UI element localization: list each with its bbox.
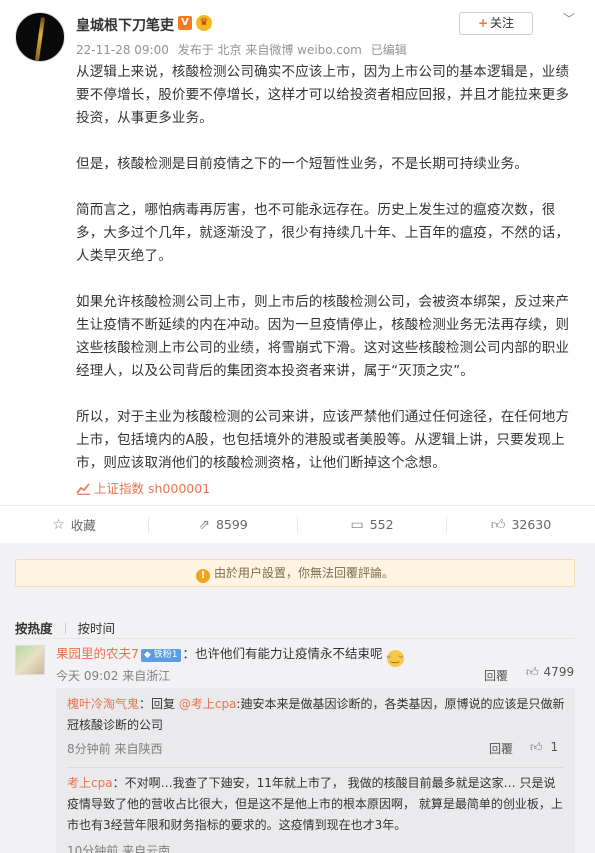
tab-sort-hot[interactable]: 按热度: [15, 621, 53, 636]
comments-section: ! 由於用户設置，你無法回覆評論。 按热度 按时间 果园里的农夫7 ◆ 铁粉1 ：也许他…: [0, 543, 595, 853]
fan-badge-label: 铁粉1: [153, 650, 178, 660]
stock-chart-icon: [76, 483, 90, 495]
reply-meta: 8分钟前 来自陕西: [67, 742, 163, 756]
comment-like-count: 4799: [543, 665, 575, 679]
post-paragraph: 但是，核酸检测是目前疫情之下的一个短暂性业务，不是长期可持续业务。: [76, 156, 529, 172]
chevron-down-icon[interactable]: ﹀: [560, 10, 578, 26]
post-source: 发布于 北京 来自微博 weibo.com: [177, 43, 362, 57]
reply-like-button[interactable]: 👍︎ 1: [530, 740, 558, 755]
post-action-bar: ☆ 收藏 ⇗ 8599 ▭ 552 👍︎ 32630: [0, 505, 595, 543]
like-button[interactable]: 👍︎ 32630: [447, 506, 595, 543]
stock-tag-label: 上证指数 sh000001: [94, 481, 211, 496]
divider: [67, 767, 564, 768]
comment-count: 552: [369, 517, 394, 532]
reply-user[interactable]: 槐叶冷淘气鬼: [67, 697, 139, 711]
commenter-name[interactable]: 果园里的农夫7: [56, 646, 139, 661]
star-icon: ☆: [52, 516, 65, 533]
plus-icon: +: [477, 16, 489, 30]
member-badge-icon: ♛: [196, 15, 212, 31]
reply-meta: 10分钟前 来自云南: [67, 844, 171, 853]
like-count: 32630: [511, 517, 552, 532]
reply-user[interactable]: 考上cpa: [67, 776, 113, 790]
reply-text: 考上cpa：不对啊…我查了下廸安，11年就上市了， 我做的核酸目前最多就是这家……: [67, 773, 567, 836]
warning-icon: !: [195, 569, 210, 583]
reply-body: ：不对啊…我查了下廸安，11年就上市了， 我做的核酸目前最多就是这家… 只是说疫…: [67, 776, 563, 832]
thumbs-up-icon: 👍︎: [490, 517, 506, 533]
reply-text: 槐叶冷淘气鬼：回复 @考上cpa:廸安本来是做基因诊断的，各类基因，原博说的应该…: [67, 694, 567, 736]
forward-button[interactable]: ⇗ 8599: [149, 506, 297, 543]
divider: [64, 623, 66, 634]
comment-sort-tabs: 按热度 按时间: [15, 618, 115, 637]
forward-icon: ⇗: [198, 516, 210, 533]
tab-sort-time[interactable]: 按时间: [78, 621, 116, 636]
stock-tag-link[interactable]: 上证指数 sh000001: [76, 478, 210, 497]
post-body: 从逻辑上来说，核酸检测公司确实不应该上市，因为上市公司的基本逻辑是，业绩要不停增…: [76, 61, 576, 498]
comment-meta: 今天 09:02 来自浙江: [56, 669, 171, 683]
divider: [15, 638, 575, 639]
post-edited[interactable]: 已编辑: [371, 43, 407, 57]
reply-button[interactable]: 回覆: [489, 740, 513, 757]
post-paragraph: 所以，对于主业为核酸检测的公司来讲，应该严禁他们通过任何途径，在任何地方上市，包…: [76, 409, 570, 471]
weibo-post: 皇城根下刀笔吏 V ♛ 22-11-28 09:00 发布于 北京 来自微博 w…: [0, 0, 595, 543]
post-time[interactable]: 22-11-28 09:00: [76, 43, 169, 57]
reply-thread: 槐叶冷淘气鬼：回复 @考上cpa:廸安本来是做基因诊断的，各类基因，原博说的应该…: [56, 688, 575, 853]
forward-count: 8599: [215, 517, 248, 532]
fan-badge: ◆ 铁粉1: [140, 649, 181, 662]
verified-badge-icon: V: [178, 16, 192, 30]
comment-button[interactable]: ▭ 552: [298, 506, 446, 543]
reply-button[interactable]: 回覆: [484, 667, 508, 684]
post-paragraph: 从逻辑上来说，核酸检测公司确实不应该上市，因为上市公司的基本逻辑是，业绩要不停增…: [76, 64, 570, 126]
thumbs-up-icon: 👍︎: [526, 665, 539, 679]
post-paragraph: 如果允许核酸检测公司上市，则上市后的核酸检测公司，会被资本绑架，反过来产生让疫情…: [76, 294, 570, 379]
reply-like-count: 1: [550, 740, 559, 754]
comment-disabled-notice: ! 由於用户設置，你無法回覆評論。: [15, 559, 575, 587]
comment-text: ：也许他们有能力让疫情永不结束呢: [182, 646, 383, 661]
thumbs-up-icon: 👍︎: [530, 740, 543, 754]
comment-text-row: 果园里的农夫7 ◆ 铁粉1 ：也许他们有能力让疫情永不结束呢 ᵕ‿ᵕ: [56, 645, 576, 667]
post-paragraph: 简而言之，哪怕病毒再厉害，也不可能永远存在。历史上发生过的瘟疫次数，很多，大多过…: [76, 202, 570, 264]
author-name[interactable]: 皇城根下刀笔吏: [76, 15, 174, 35]
follow-label: 关注: [490, 16, 515, 30]
smirk-emoji-icon: ᵕ‿ᵕ: [386, 650, 404, 667]
commenter-avatar[interactable]: [15, 645, 45, 675]
comment-icon: ▭: [350, 516, 364, 533]
favorite-label: 收藏: [70, 518, 96, 533]
notice-text: 由於用户設置，你無法回覆評論。: [213, 566, 394, 580]
author-avatar[interactable]: [15, 12, 65, 62]
comment-like-button[interactable]: 👍︎ 4799: [526, 665, 574, 680]
reply-mention-link[interactable]: @考上cpa: [179, 697, 237, 711]
follow-button[interactable]: + 关注: [459, 12, 533, 35]
favorite-button[interactable]: ☆ 收藏: [0, 506, 148, 543]
reply-prefix: ：回复: [139, 697, 179, 711]
post-meta: 22-11-28 09:00 发布于 北京 来自微博 weibo.com 已编辑: [76, 41, 412, 58]
